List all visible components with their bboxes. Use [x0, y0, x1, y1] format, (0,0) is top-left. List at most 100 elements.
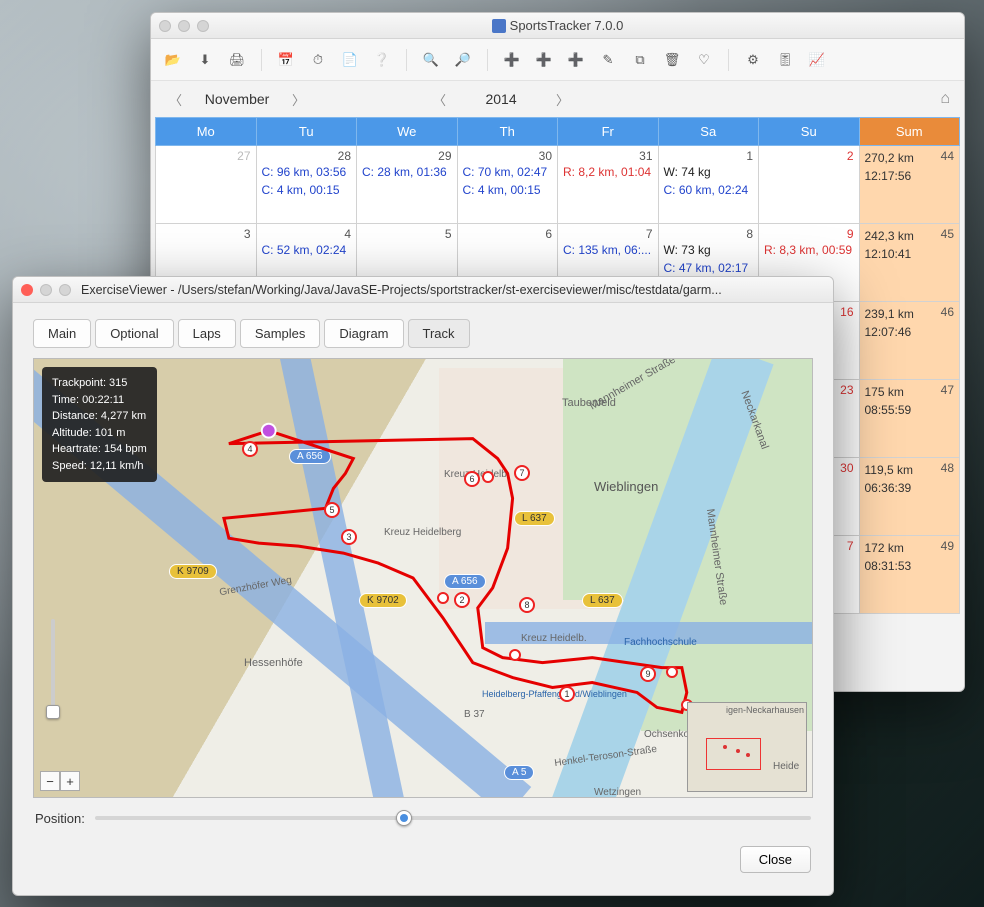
calendar-cell[interactable]: 29C: 28 km, 01:36 [357, 146, 458, 224]
zoom-out-icon[interactable]: 🔍 [421, 50, 441, 70]
calendar-cell[interactable]: 2 [759, 146, 860, 224]
tab-main[interactable]: Main [33, 319, 91, 348]
calendar-header: Sa [658, 118, 759, 146]
calendar-entry[interactable]: W: 73 kg [664, 241, 754, 259]
zoom-out-button[interactable]: − [40, 771, 60, 791]
window-title: SportsTracker 7.0.0 [151, 18, 964, 33]
waypoint: 7 [514, 465, 530, 481]
note-icon[interactable]: 📄 [340, 50, 360, 70]
close-button[interactable]: Close [740, 846, 811, 873]
position-slider[interactable] [95, 808, 811, 828]
calendar-header: Mo [156, 118, 257, 146]
edit-icon[interactable]: ✎ [598, 50, 618, 70]
calendar-entry[interactable]: R: 8,2 km, 01:04 [563, 163, 653, 181]
calendar-header: We [357, 118, 458, 146]
calendar-entry[interactable]: C: 70 km, 02:47 [463, 163, 553, 181]
calendar-entry[interactable]: W: 74 kg [664, 163, 754, 181]
zoom-slider[interactable] [44, 619, 62, 749]
month-nav: 〈 November 〉 〈 2014 〉 ⌂ [151, 81, 964, 117]
prev-month-icon[interactable]: 〈 [165, 86, 186, 113]
heart-icon[interactable]: ♡ [694, 50, 714, 70]
home-icon[interactable]: ⌂ [940, 90, 950, 108]
close-icon[interactable] [21, 284, 33, 296]
stopwatch-icon[interactable]: ⏱ [308, 50, 328, 70]
tab-laps[interactable]: Laps [178, 319, 236, 348]
add-run-icon[interactable]: ➕ [534, 50, 554, 70]
waypoint: 4 [242, 441, 258, 457]
columns-icon[interactable]: 🎚 [775, 50, 795, 70]
zoom-icon[interactable] [59, 284, 71, 296]
tab-track[interactable]: Track [408, 319, 470, 348]
calendar-entry[interactable]: C: 135 km, 06:... [563, 241, 653, 259]
calendar-cell[interactable]: 28C: 96 km, 03:56C: 4 km, 00:15 [256, 146, 357, 224]
calendar-cell[interactable]: 27 [156, 146, 257, 224]
viewer-tabs: MainOptionalLapsSamplesDiagramTrack [13, 303, 833, 348]
waypoint: 6 [464, 471, 480, 487]
app-icon [492, 19, 506, 33]
toolbar: 📂 ⬇ 🖨 📅 ⏱ 📄 ❔ 🔍 🔎 ➕ ➕ ➕ ✎ ⧉ 🗑 ♡ ⚙ 🎚 📈 [151, 39, 964, 81]
prev-year-icon[interactable]: 〈 [429, 86, 450, 113]
calendar-entry[interactable]: R: 8,3 km, 00:59 [764, 241, 854, 259]
zoom-in-button[interactable]: + [60, 771, 80, 791]
titlebar[interactable]: SportsTracker 7.0.0 [151, 13, 964, 39]
delete-icon[interactable]: 🗑 [662, 50, 682, 70]
month-label: November [202, 91, 272, 107]
waypoint: 1 [559, 686, 575, 702]
settings-icon[interactable]: ⚙ [743, 50, 763, 70]
waypoint [509, 649, 521, 661]
calendar-entry[interactable]: C: 4 km, 00:15 [463, 181, 553, 199]
zoom-in-icon[interactable]: 🔎 [453, 50, 473, 70]
track-map[interactable]: A 656 A 656 A 5 K 9709 K 9702 L 637 L 63… [33, 358, 813, 798]
week-sum-cell: 47175 km08:55:59 [859, 380, 960, 458]
calendar-entry[interactable]: C: 96 km, 03:56 [262, 163, 352, 181]
calendar-entry[interactable]: C: 60 km, 02:24 [664, 181, 754, 199]
viewer-title: ExerciseViewer - /Users/stefan/Working/J… [81, 283, 825, 297]
copy-icon[interactable]: ⧉ [630, 50, 650, 70]
calendar-cell[interactable]: 30C: 70 km, 02:47C: 4 km, 00:15 [457, 146, 558, 224]
calendar-cell[interactable]: 1W: 74 kgC: 60 km, 02:24 [658, 146, 759, 224]
minimize-icon[interactable] [178, 20, 190, 32]
week-sum-cell: 48119,5 km06:36:39 [859, 458, 960, 536]
week-sum-cell: 49172 km08:31:53 [859, 536, 960, 614]
calendar-entry[interactable]: C: 28 km, 01:36 [362, 163, 452, 181]
close-icon[interactable] [159, 20, 171, 32]
add-weight-icon[interactable]: ➕ [566, 50, 586, 70]
trackpoint-tooltip: Trackpoint: 315 Time: 00:22:11 Distance:… [42, 367, 157, 482]
chart-icon[interactable]: 📈 [807, 50, 827, 70]
calendar-entry[interactable]: C: 52 km, 02:24 [262, 241, 352, 259]
minimize-icon[interactable] [40, 284, 52, 296]
tab-optional[interactable]: Optional [95, 319, 173, 348]
waypoint: 2 [454, 592, 470, 608]
next-year-icon[interactable]: 〉 [552, 86, 573, 113]
overview-map[interactable]: igen-Neckarhausen Heide [687, 702, 807, 792]
calendar-header: Th [457, 118, 558, 146]
week-sum-cell: 44270,2 km12:17:56 [859, 146, 960, 224]
open-icon[interactable]: 📂 [163, 50, 183, 70]
calendar-cell[interactable]: 31R: 8,2 km, 01:04 [558, 146, 659, 224]
calendar-header: Tu [256, 118, 357, 146]
viewer-titlebar[interactable]: ExerciseViewer - /Users/stefan/Working/J… [13, 277, 833, 303]
calendar-entry[interactable]: C: 4 km, 00:15 [262, 181, 352, 199]
save-icon[interactable]: ⬇ [195, 50, 215, 70]
waypoint: 5 [324, 502, 340, 518]
exercise-viewer-window: ExerciseViewer - /Users/stefan/Working/J… [12, 276, 834, 896]
tab-diagram[interactable]: Diagram [324, 319, 403, 348]
waypoint [437, 592, 449, 604]
waypoint: 8 [519, 597, 535, 613]
next-month-icon[interactable]: 〉 [288, 86, 309, 113]
waypoint [666, 666, 678, 678]
waypoint: 3 [341, 529, 357, 545]
week-sum-cell: 45242,3 km12:10:41 [859, 224, 960, 302]
position-row: Position: [13, 802, 833, 834]
calendar-entry[interactable]: C: 47 km, 02:17 [664, 259, 754, 277]
print-icon[interactable]: 🖨 [227, 50, 247, 70]
calendar-icon[interactable]: 📅 [276, 50, 296, 70]
waypoint: 9 [640, 666, 656, 682]
year-label: 2014 [466, 91, 536, 107]
tab-samples[interactable]: Samples [240, 319, 321, 348]
zoom-icon[interactable] [197, 20, 209, 32]
help-icon[interactable]: ❔ [372, 50, 392, 70]
add-cycle-icon[interactable]: ➕ [502, 50, 522, 70]
calendar-header: Su [759, 118, 860, 146]
position-label: Position: [35, 811, 85, 826]
